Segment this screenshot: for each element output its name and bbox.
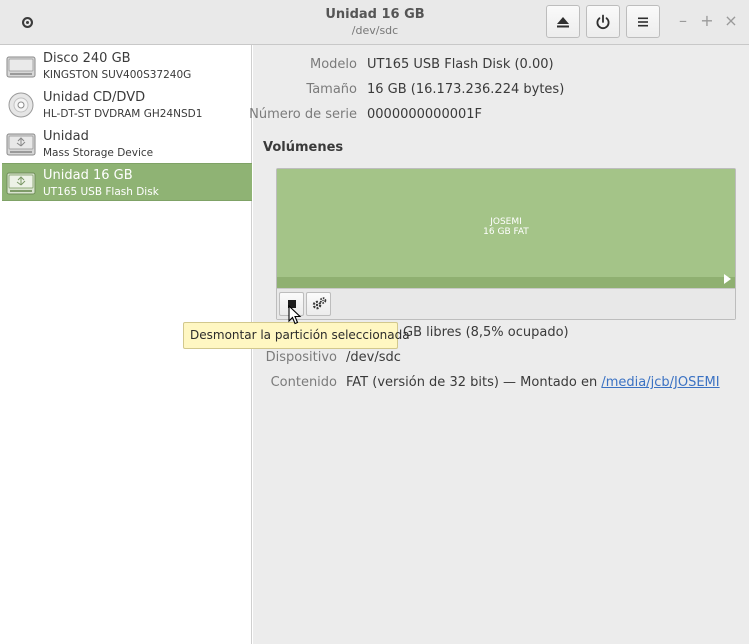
serie-value: 0000000000001F — [367, 107, 483, 122]
sidebar-item-disco-240gb[interactable]: Disco 240 GB KINGSTON SUV400S37240G — [2, 47, 252, 85]
partition-block-josemi[interactable]: JOSEMI 16 GB FAT — [277, 169, 735, 288]
optical-disc-icon — [8, 92, 34, 118]
mouse-cursor-icon — [288, 305, 302, 325]
sidebar-item-model: KINGSTON SUV400S37240G — [43, 69, 192, 81]
sidebar-item-model: Mass Storage Device — [43, 147, 154, 159]
sidebar-item-name: Disco 240 GB — [43, 51, 131, 66]
drive-menu-button[interactable] — [626, 5, 660, 38]
tamano-value: 16 GB (16.173.236.224 bytes) — [367, 82, 565, 97]
window-title: Unidad 16 GB — [325, 7, 425, 22]
sidebar-item-model: HL-DT-ST DVDRAM GH24NSD1 — [43, 108, 203, 120]
sidebar-item-name: Unidad — [43, 129, 89, 144]
window-title-block: Unidad 16 GB /dev/sdc — [230, 7, 520, 38]
modelo-value: UT165 USB Flash Disk (0.00) — [367, 57, 554, 72]
window-subtitle: /dev/sdc — [351, 24, 399, 37]
contenido-value: FAT (versión de 32 bits) — Montado en /m… — [346, 375, 720, 390]
partition-label: JOSEMI 16 GB FAT — [277, 217, 735, 237]
app-menu-button[interactable] — [15, 10, 39, 34]
sidebar-item-name: Unidad CD/DVD — [43, 90, 146, 105]
sidebar-item-name: Unidad 16 GB — [43, 168, 133, 183]
power-icon — [596, 14, 610, 29]
partition-name: JOSEMI — [490, 217, 522, 227]
unmount-tooltip: Desmontar la partición seleccionada — [183, 322, 410, 349]
maximize-button[interactable]: + — [698, 12, 716, 30]
eject-icon — [557, 16, 569, 27]
gears-icon — [312, 297, 326, 310]
sidebar-item-unidad-16gb[interactable]: Unidad 16 GB UT165 USB Flash Disk — [2, 163, 252, 201]
partition-options-button[interactable] — [306, 292, 331, 316]
sidebar-item-unidad-cd-dvd[interactable]: Unidad CD/DVD HL-DT-ST DVDRAM GH24NSD1 — [2, 86, 252, 124]
header-bar: Unidad 16 GB /dev/sdc – + × — [0, 0, 749, 45]
usb-drive-icon — [6, 133, 36, 156]
volume-toolbar — [277, 288, 735, 319]
volume-map: JOSEMI 16 GB FAT — [276, 168, 736, 320]
contenido-label: Contenido — [270, 375, 337, 390]
hard-disk-icon — [6, 56, 36, 78]
partition-usage-bar — [277, 277, 735, 288]
volumes-section-title: Volúmenes — [263, 140, 344, 155]
modelo-label: Modelo — [310, 57, 357, 72]
power-off-button[interactable] — [586, 5, 620, 38]
partition-size-value: GB libres (8,5% ocupado) — [403, 325, 569, 340]
close-button[interactable]: × — [722, 12, 740, 30]
partition-size: 16 GB FAT — [483, 227, 529, 237]
contenido-text: FAT (versión de 32 bits) — Montado en — [346, 375, 598, 390]
minimize-button[interactable]: – — [674, 12, 692, 30]
app-menu-icon — [21, 16, 33, 28]
sidebar-item-unidad[interactable]: Unidad Mass Storage Device — [2, 125, 252, 163]
eject-button[interactable] — [546, 5, 580, 38]
tamano-label: Tamaño — [306, 82, 357, 97]
mounted-indicator-icon — [724, 274, 731, 284]
dispositivo-value: /dev/sdc — [346, 350, 401, 365]
serie-label: Número de serie — [249, 107, 357, 122]
mount-point-link[interactable]: /media/jcb/JOSEMI — [601, 375, 719, 390]
sidebar-item-model: UT165 USB Flash Disk — [43, 186, 159, 198]
dispositivo-label: Dispositivo — [265, 350, 337, 365]
hamburger-menu-icon — [638, 17, 648, 26]
usb-drive-icon — [6, 172, 36, 195]
